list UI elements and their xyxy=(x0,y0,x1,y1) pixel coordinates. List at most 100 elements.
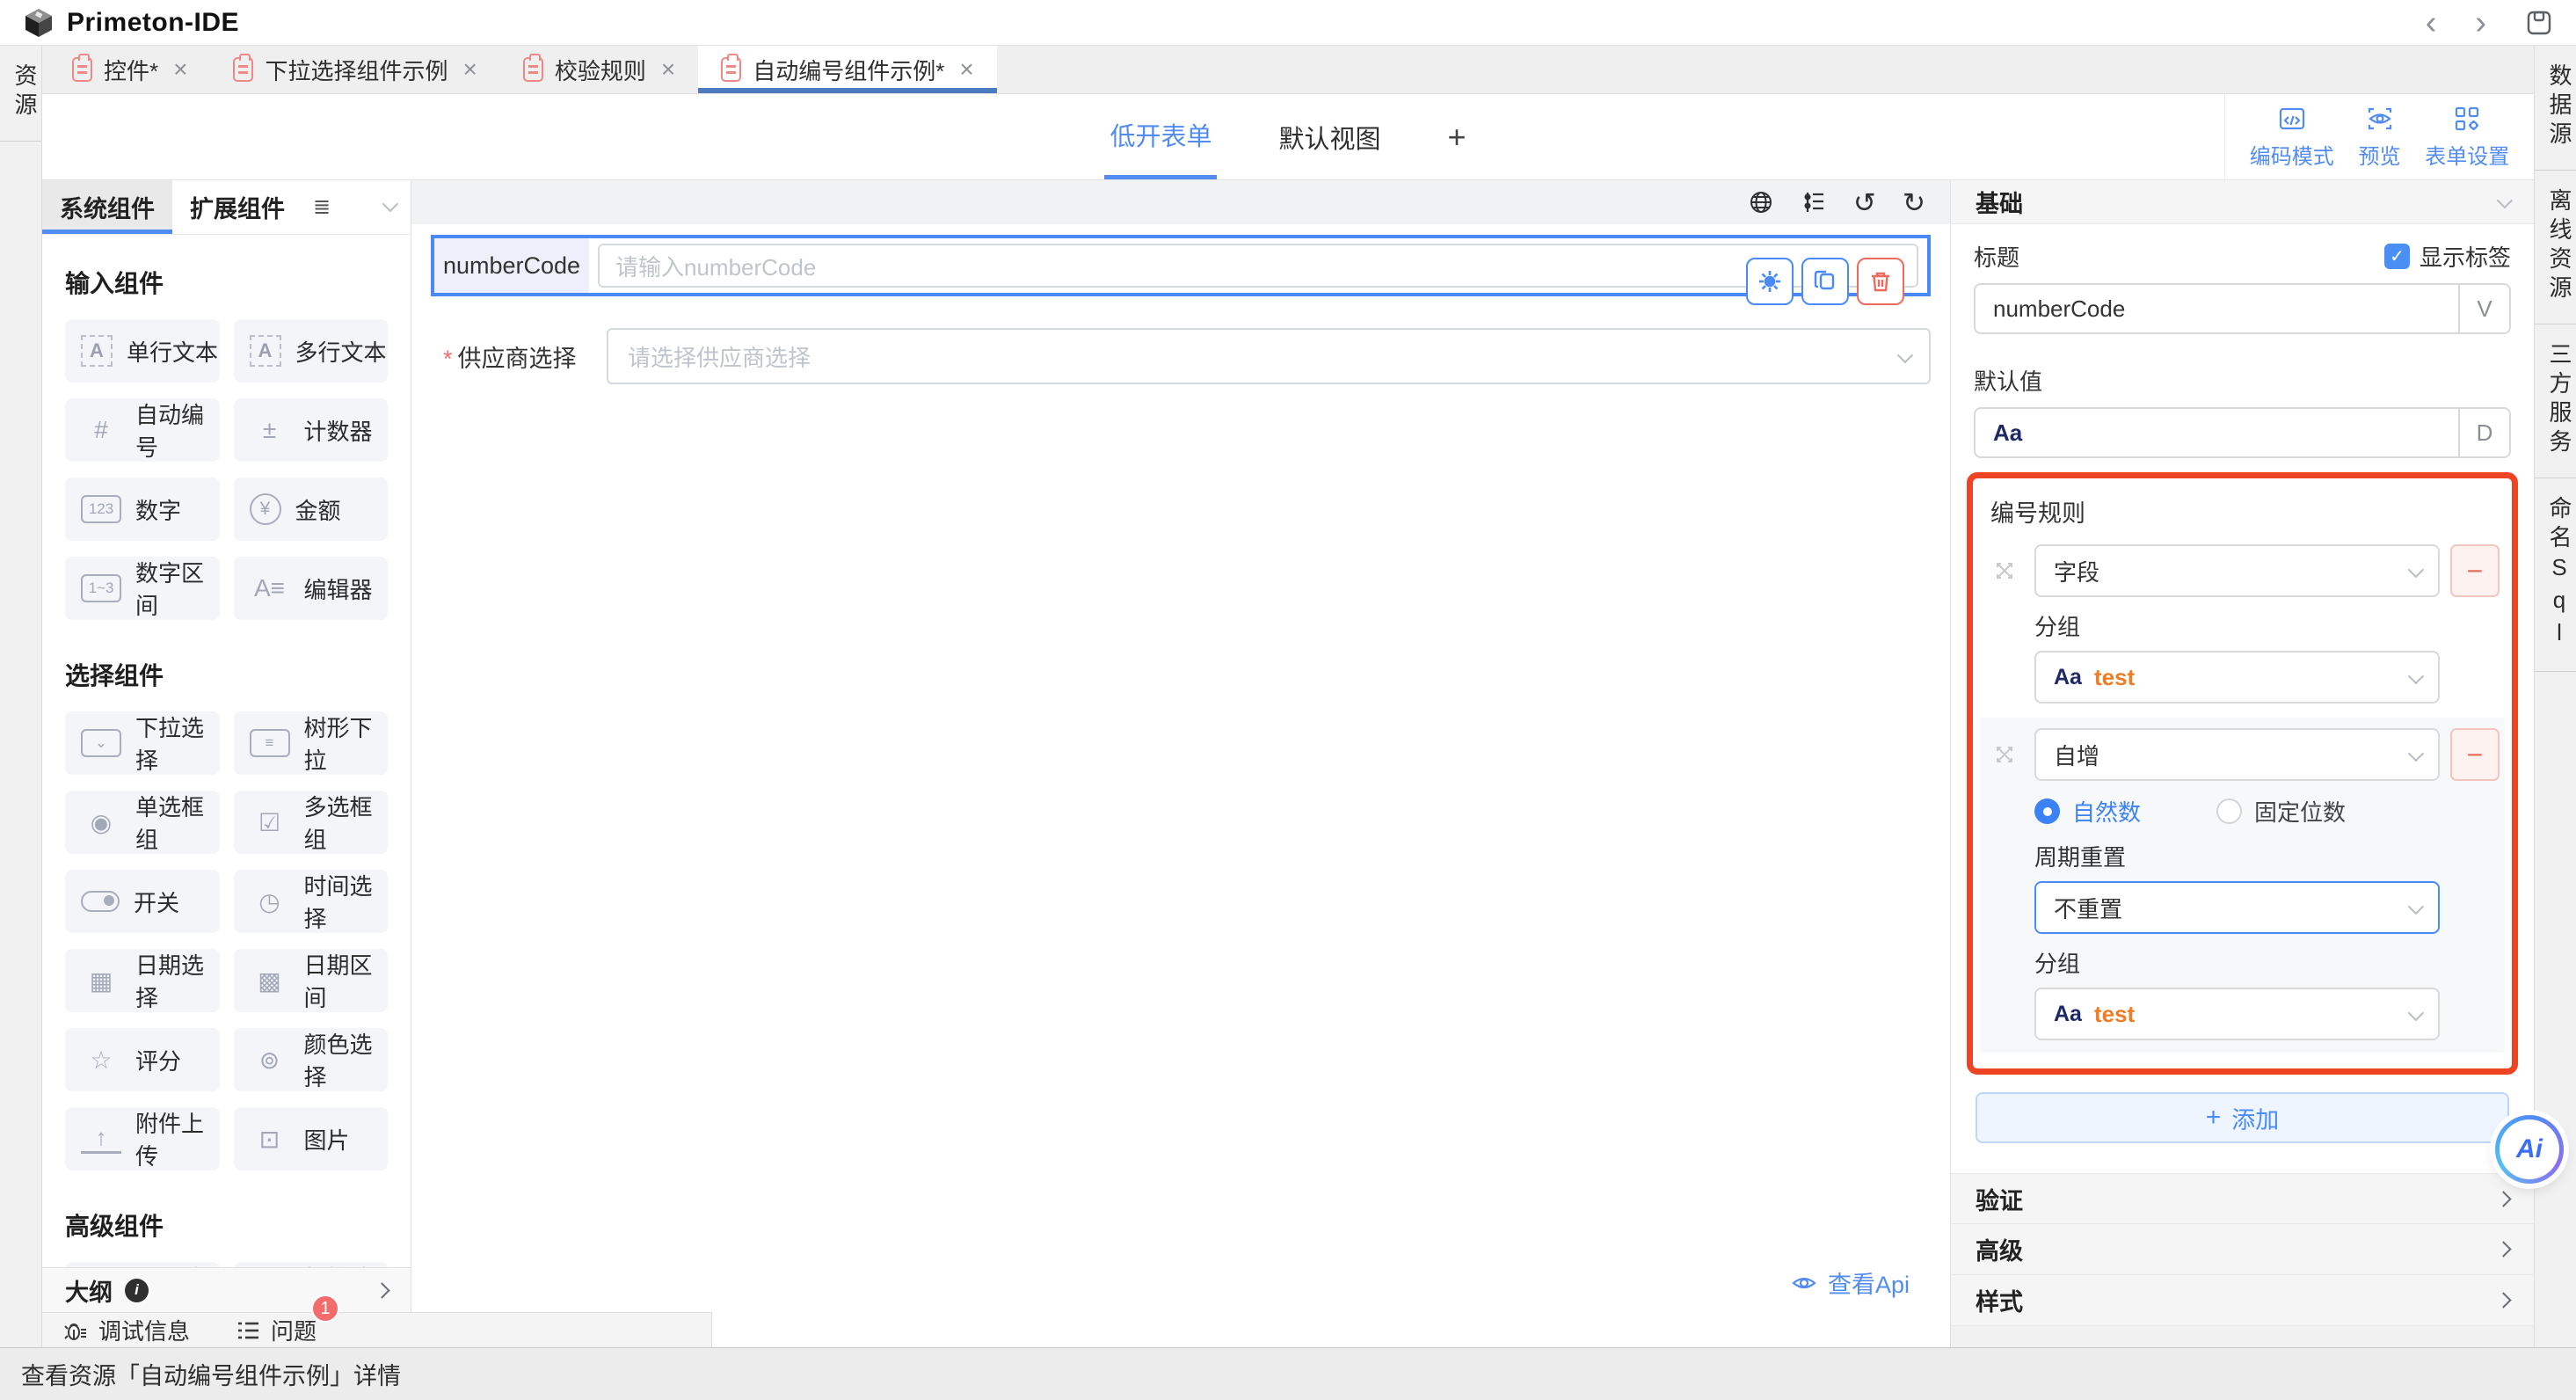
section-style[interactable]: 样式 xyxy=(1951,1275,2534,1326)
panel-collapse-chevron-icon[interactable] xyxy=(382,196,398,212)
debug-info-button[interactable]: 调试信息 xyxy=(63,1314,190,1346)
component-item-date-range[interactable]: ▩ 日期区间 xyxy=(234,949,389,1012)
component-item-single-text[interactable]: A 单行文本 xyxy=(65,319,220,383)
file-tab-bar: 控件* × 下拉选择组件示例 × 校验规则 × 自动编号组件示例* × xyxy=(42,46,2534,94)
add-view-button[interactable]: + xyxy=(1443,94,1472,179)
field-supplier-select[interactable]: *供应商选择 请选择供应商选择 xyxy=(431,328,1931,384)
group-value: test xyxy=(2094,1001,2135,1028)
drag-handle-icon[interactable] xyxy=(1985,743,2024,766)
undo-icon[interactable]: ↺ xyxy=(1853,189,1876,216)
code-mode-button[interactable]: 编码模式 xyxy=(2250,105,2334,170)
group-select[interactable]: Aa test xyxy=(2034,651,2440,704)
outline-list-icon[interactable] xyxy=(1801,189,1827,215)
document-icon xyxy=(721,57,741,82)
component-item-number[interactable]: 123 数字 xyxy=(65,478,220,541)
redo-icon[interactable]: ↻ xyxy=(1903,189,1925,216)
selected-field-numbercode[interactable]: numberCode 请输入numberCode xyxy=(431,235,1931,296)
save-icon[interactable] xyxy=(2525,9,2553,37)
component-label: 单选框组 xyxy=(135,790,220,855)
ai-assistant-button[interactable]: Ai xyxy=(2495,1115,2564,1184)
component-item-radio-group[interactable]: ◉ 单选框组 xyxy=(65,791,220,854)
chevron-down-icon xyxy=(2408,667,2424,683)
file-tab-controls[interactable]: 控件* × xyxy=(49,46,210,93)
radio-fixed-digits[interactable]: 固定位数 xyxy=(2216,795,2346,828)
issues-button[interactable]: 问题 1 xyxy=(236,1314,317,1346)
component-label: 自动编号 xyxy=(135,397,220,463)
title-input[interactable]: numberCode xyxy=(1976,285,2458,332)
chevron-right-icon[interactable] xyxy=(374,1282,389,1298)
section-validation[interactable]: 验证 xyxy=(1951,1173,2534,1224)
section-advanced[interactable]: 高级 xyxy=(1951,1224,2534,1275)
nav-forward-icon[interactable]: › xyxy=(2475,6,2486,40)
checkbox-checked-icon[interactable]: ✓ xyxy=(2384,244,2410,269)
group-select[interactable]: Aa test xyxy=(2034,988,2440,1040)
view-tab-lowcode-form[interactable]: 低开表单 xyxy=(1104,94,1217,179)
close-icon[interactable]: × xyxy=(173,55,187,84)
component-item-color-picker[interactable]: ⊚ 颜色选择 xyxy=(234,1028,389,1091)
file-tab-label: 控件* xyxy=(104,54,158,86)
component-item-dropdown[interactable]: ⌄ 下拉选择 xyxy=(65,711,220,775)
component-item-time-picker[interactable]: ◷ 时间选择 xyxy=(234,870,389,933)
default-suffix-button[interactable]: D xyxy=(2458,409,2509,456)
tab-extended-components[interactable]: 扩展组件 xyxy=(172,180,302,234)
component-item-auto-number[interactable]: # 自动编号 xyxy=(65,398,220,462)
supplier-select[interactable]: 请选择供应商选择 xyxy=(607,328,1931,384)
default-value-input[interactable]: Aa xyxy=(1976,409,2458,456)
outline-bar[interactable]: 大纲 i xyxy=(42,1267,411,1312)
component-label: 日期区间 xyxy=(304,948,389,1013)
close-icon[interactable]: × xyxy=(463,55,477,84)
remove-rule-button[interactable]: − xyxy=(2450,728,2500,781)
component-item-amount[interactable]: ¥ 金额 xyxy=(234,478,389,541)
view-api-link[interactable]: 查看Api xyxy=(1791,1265,1910,1300)
show-label-toggle[interactable]: ✓ 显示标签 xyxy=(2384,240,2511,273)
remove-rule-button[interactable]: − xyxy=(2450,544,2500,597)
file-tab-validation-rules[interactable]: 校验规则 × xyxy=(500,46,698,93)
component-label: 下拉选择 xyxy=(135,711,220,776)
field-settings-button[interactable] xyxy=(1746,258,1794,305)
rail-item-datasource[interactable]: 数据源 xyxy=(2535,46,2576,171)
component-item-tree-dropdown[interactable]: ≡ 树形下拉 xyxy=(234,711,389,775)
preview-button[interactable]: 预览 xyxy=(2359,105,2401,170)
numbercode-input[interactable]: 请输入numberCode xyxy=(598,244,1918,288)
section-basic-header[interactable]: 基础 xyxy=(1951,180,2534,224)
globe-icon[interactable] xyxy=(1748,189,1774,215)
component-item-switch[interactable]: 开关 xyxy=(65,870,220,933)
tab-system-components[interactable]: 系统组件 xyxy=(42,180,172,234)
component-item-image[interactable]: ⊡ 图片 xyxy=(234,1107,389,1170)
component-item-counter[interactable]: ± 计数器 xyxy=(234,398,389,462)
component-item-checkbox-group[interactable]: ☑ 多选框组 xyxy=(234,791,389,854)
component-label: 编辑器 xyxy=(304,572,373,605)
component-item-rating[interactable]: ☆ 评分 xyxy=(65,1028,220,1091)
field-delete-button[interactable] xyxy=(1857,258,1904,305)
radio-natural-number[interactable]: 自然数 xyxy=(2034,795,2141,828)
file-tab-autonumber-example[interactable]: 自动编号组件示例* × xyxy=(698,46,996,93)
file-tab-dropdown-example[interactable]: 下拉选择组件示例 × xyxy=(210,46,499,93)
rail-item-offline-resources[interactable]: 离线资源 xyxy=(2535,171,2576,324)
title-suffix-button[interactable]: V xyxy=(2458,285,2509,332)
component-item-attachment-upload[interactable]: ↑ 附件上传 xyxy=(65,1107,220,1170)
component-item-date-picker[interactable]: ▦ 日期选择 xyxy=(65,949,220,1012)
tree-dropdown-icon: ≡ xyxy=(250,729,290,757)
component-item-multi-text[interactable]: A 多行文本 xyxy=(234,319,389,383)
rail-item-named-sql[interactable]: 命名Sql xyxy=(2535,478,2576,672)
add-rule-button[interactable]: + 添加 xyxy=(1976,1092,2509,1143)
rule-type-select-increment[interactable]: 自增 xyxy=(2034,728,2440,781)
component-grid-select: ⌄ 下拉选择 ≡ 树形下拉 ◉ 单选框组 ☑ 多 xyxy=(65,711,388,1170)
drag-handle-icon[interactable] xyxy=(1985,559,2024,582)
component-item-number-range[interactable]: 1~3 数字区间 xyxy=(65,557,220,620)
nav-back-icon[interactable]: ‹ xyxy=(2426,6,2437,40)
component-item-editor[interactable]: A≡ 编辑器 xyxy=(234,557,389,620)
cycle-reset-select[interactable]: 不重置 xyxy=(2034,881,2440,934)
close-icon[interactable]: × xyxy=(959,55,973,84)
form-settings-button[interactable]: 表单设置 xyxy=(2425,105,2509,170)
left-rail-resources[interactable]: 资源 xyxy=(0,46,41,142)
select-placeholder: 请选择供应商选择 xyxy=(628,340,811,373)
view-tab-default-view[interactable]: 默认视图 xyxy=(1273,94,1386,179)
rail-item-third-party-services[interactable]: 三方服务 xyxy=(2535,324,2576,478)
chevron-down-icon xyxy=(2408,898,2424,914)
field-copy-button[interactable] xyxy=(1801,258,1849,305)
select-value: 自增 xyxy=(2054,739,2099,771)
panel-list-icon[interactable]: ≣ xyxy=(313,194,331,220)
close-icon[interactable]: × xyxy=(661,55,675,84)
rule-type-select-field[interactable]: 字段 xyxy=(2034,544,2440,597)
